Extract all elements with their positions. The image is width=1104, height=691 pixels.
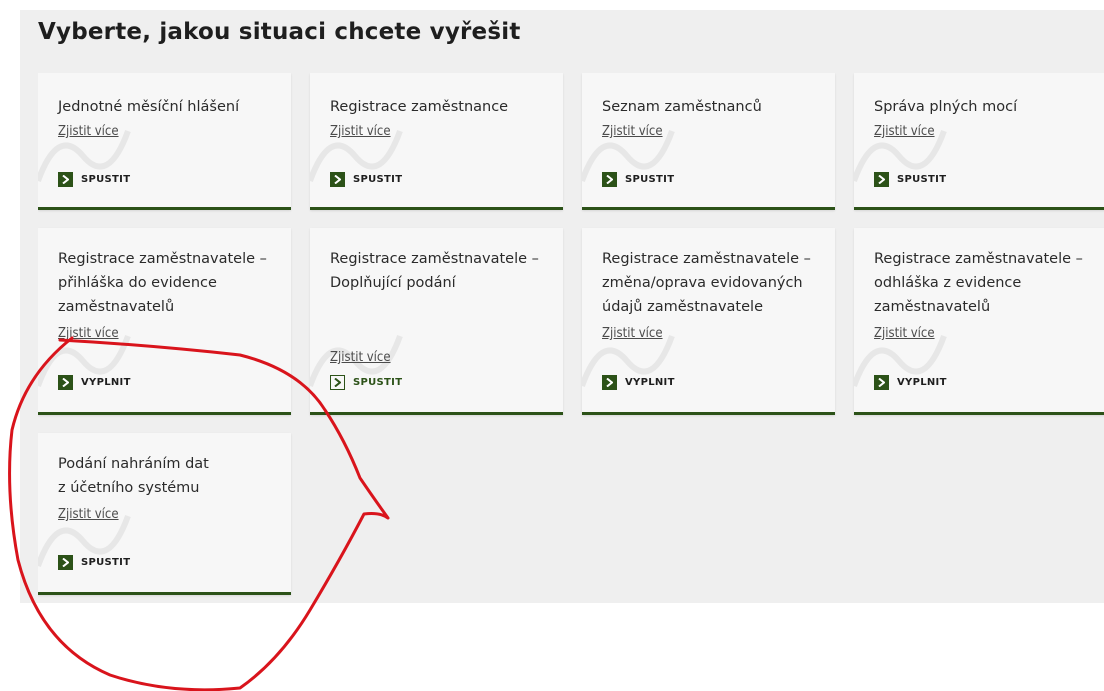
situation-grid: Jednotné měsíční hlášení Zjistit více SP… (38, 73, 1104, 598)
chevron-right-icon (330, 172, 345, 187)
learn-more-link[interactable]: Zjistit více (602, 124, 663, 139)
action-label: SPUSTIT (353, 377, 403, 388)
start-button[interactable]: SPUSTIT (602, 172, 674, 187)
chevron-right-icon (874, 172, 889, 187)
situation-card[interactable]: Registrace zaměstnance Zjistit více SPUS… (310, 73, 563, 210)
learn-more-link[interactable]: Zjistit více (58, 507, 119, 522)
situation-card[interactable]: Registrace zaměstnavatele – odhláška z e… (854, 228, 1104, 415)
learn-more-link[interactable]: Zjistit více (330, 350, 391, 365)
situation-card[interactable]: Podání nahráním dat z účetního systému Z… (38, 433, 291, 595)
card-title: Správa plných mocí (874, 99, 1018, 115)
action-label: SPUSTIT (897, 174, 947, 185)
learn-more-link[interactable]: Zjistit více (874, 326, 935, 341)
learn-more-link[interactable]: Zjistit více (874, 124, 935, 139)
chevron-right-icon (602, 172, 617, 187)
fill-in-button[interactable]: VYPLNIT (874, 375, 947, 390)
fill-in-button[interactable]: VYPLNIT (602, 375, 675, 390)
action-label: VYPLNIT (81, 377, 131, 388)
chevron-right-icon (58, 375, 73, 390)
card-title: Registrace zaměstnance (330, 99, 509, 115)
situation-card[interactable]: Registrace zaměstnavatele – Doplňující p… (310, 228, 563, 415)
start-button[interactable]: SPUSTIT (330, 172, 402, 187)
learn-more-link[interactable]: Zjistit více (58, 124, 119, 139)
situation-card[interactable]: Registrace zaměstnavatele – změna/oprava… (582, 228, 835, 415)
card-title: Registrace zaměstnavatele – Doplňující p… (330, 251, 539, 291)
start-button[interactable]: SPUSTIT (874, 172, 946, 187)
action-label: SPUSTIT (81, 174, 131, 185)
action-label: VYPLNIT (625, 377, 675, 388)
card-title: Seznam zaměstnanců (602, 99, 762, 115)
chevron-right-icon (58, 555, 73, 570)
chevron-right-icon (602, 375, 617, 390)
chevron-right-icon (874, 375, 889, 390)
card-title: Jednotné měsíční hlášení (58, 99, 240, 115)
action-label: SPUSTIT (353, 174, 403, 185)
start-button[interactable]: SPUSTIT (58, 555, 130, 570)
situation-card[interactable]: Registrace zaměstnavatele – přihláška do… (38, 228, 291, 415)
action-label: SPUSTIT (625, 174, 675, 185)
learn-more-link[interactable]: Zjistit více (330, 124, 391, 139)
chevron-right-icon (58, 172, 73, 187)
situation-card[interactable]: Správa plných mocí Zjistit více SPUSTIT (854, 73, 1104, 210)
card-title: Registrace zaměstnavatele – odhláška z e… (874, 251, 1083, 315)
fill-in-button[interactable]: VYPLNIT (58, 375, 131, 390)
chevron-right-icon (330, 375, 345, 390)
start-button[interactable]: SPUSTIT (58, 172, 130, 187)
situation-card[interactable]: Jednotné měsíční hlášení Zjistit více SP… (38, 73, 291, 210)
start-button[interactable]: SPUSTIT (330, 375, 402, 390)
action-label: VYPLNIT (897, 377, 947, 388)
card-title: Podání nahráním dat z účetního systému (58, 456, 209, 496)
action-label: SPUSTIT (81, 557, 131, 568)
card-title: Registrace zaměstnavatele – přihláška do… (58, 251, 267, 315)
page-title: Vyberte, jakou situaci chcete vyřešit (38, 19, 521, 45)
learn-more-link[interactable]: Zjistit více (602, 326, 663, 341)
learn-more-link[interactable]: Zjistit více (58, 326, 119, 341)
card-title: Registrace zaměstnavatele – změna/oprava… (602, 251, 811, 315)
situation-card[interactable]: Seznam zaměstnanců Zjistit více SPUSTIT (582, 73, 835, 210)
